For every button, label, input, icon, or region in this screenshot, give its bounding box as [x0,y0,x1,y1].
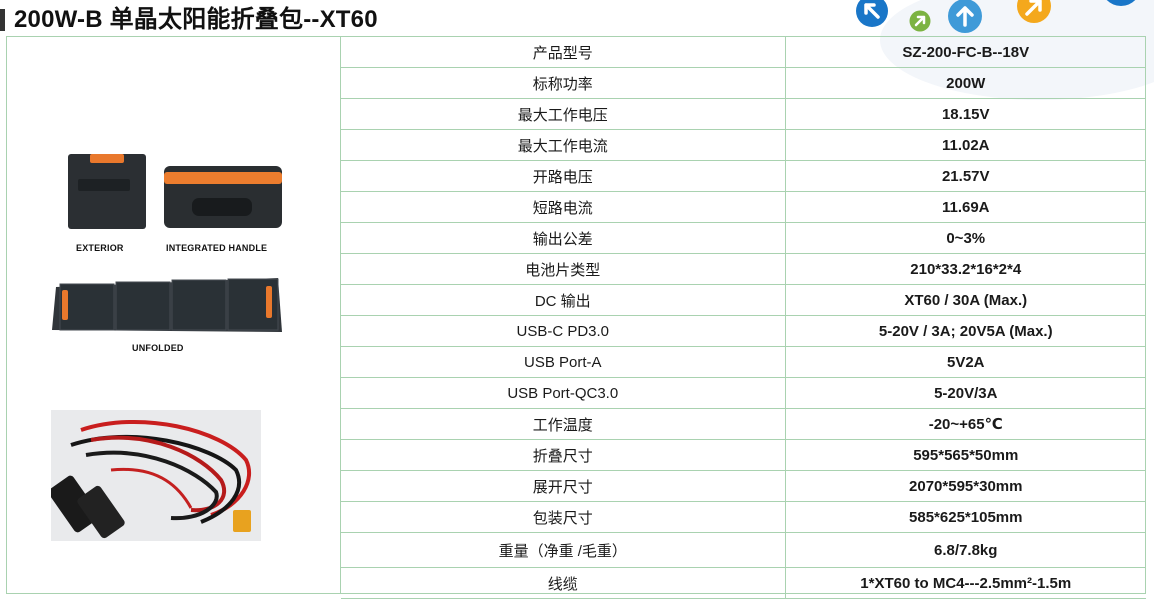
arrow-up-right-icon[interactable] [1016,0,1052,24]
exterior-label: EXTERIOR [76,243,124,253]
spec-label: USB Port-A [341,346,786,378]
spec-label: 产品型号 [341,36,786,68]
spec-value: 5V2A [785,346,1146,378]
spec-label: 开路电压 [341,160,786,192]
spec-row-weight: 重量（净重 /毛重） 6.8/7.8kg [341,532,1146,568]
spec-value: 595*565*50mm [785,439,1146,471]
spec-row-dc-output: DC 输出 XT60 / 30A (Max.) [341,284,1146,316]
spec-row-open-circuit-voltage: 开路电压 21.57V [341,160,1146,192]
spec-value: 6.8/7.8kg [785,532,1146,568]
spec-label: 重量（净重 /毛重） [341,532,786,568]
spec-row-short-circuit-current: 短路电流 11.69A [341,191,1146,223]
spec-value: 5-20V / 3A; 20V5A (Max.) [785,315,1146,347]
cable-image [48,410,261,541]
spec-row-temperature: 工作温度 -20~+65℃ [341,408,1146,440]
spec-value: 200W [785,67,1146,99]
arrow-up-right-icon[interactable] [909,10,931,32]
spec-value: 21.57V [785,160,1146,192]
spec-row-tolerance: 输出公差 0~3% [341,222,1146,254]
spec-label: 短路电流 [341,191,786,223]
spec-label: 线缆 [341,567,786,599]
spec-value: 585*625*105mm [785,501,1146,533]
handle-label: INTEGRATED HANDLE [166,243,268,253]
spec-row-usb-c: USB-C PD3.0 5-20V / 3A; 20V5A (Max.) [341,315,1146,347]
spec-row-usb-a: USB Port-A 5V2A [341,346,1146,378]
spec-value: 1*XT60 to MC4---2.5mm²-1.5m [785,567,1146,599]
spec-row-cable: 线缆 1*XT60 to MC4---2.5mm²-1.5m [341,567,1146,599]
spec-value: 11.69A [785,191,1146,223]
title-accent-bar [0,9,5,31]
spec-table: 产品型号 SZ-200-FC-B--18V 标称功率 200W 最大工作电压 18.1… [341,36,1146,599]
spec-label: 工作温度 [341,408,786,440]
spec-label: 电池片类型 [341,253,786,285]
spec-value: -20~+65℃ [785,408,1146,440]
spec-label: 展开尺寸 [341,470,786,502]
spec-label: 输出公差 [341,222,786,254]
spec-row-usb-qc: USB Port-QC3.0 5-20V/3A [341,377,1146,409]
spec-row-max-voltage: 最大工作电压 18.15V [341,98,1146,130]
circle-decoration-icon [1100,0,1142,8]
spec-label: USB Port-QC3.0 [341,377,786,409]
solar-panel-image: EXTERIOR INTEGRATED HANDLE UNFOLDED [52,152,284,357]
unfolded-label: UNFOLDED [132,343,184,353]
page-title: 200W-B 单晶太阳能折叠包--XT60 [14,6,378,33]
spec-label: 最大工作电流 [341,129,786,161]
spec-value: 2070*595*30mm [785,470,1146,502]
spec-row-power: 标称功率 200W [341,67,1146,99]
spec-label: DC 输出 [341,284,786,316]
spec-label: 标称功率 [341,67,786,99]
spec-label: 包装尺寸 [341,501,786,533]
spec-row-model: 产品型号 SZ-200-FC-B--18V [341,36,1146,68]
spec-label: 折叠尺寸 [341,439,786,471]
spec-value: 18.15V [785,98,1146,130]
spec-value: 11.02A [785,129,1146,161]
spec-row-folded-size: 折叠尺寸 595*565*50mm [341,439,1146,471]
spec-value: SZ-200-FC-B--18V [785,36,1146,68]
spec-row-unfolded-size: 展开尺寸 2070*595*30mm [341,470,1146,502]
arrow-up-icon[interactable] [947,0,983,34]
spec-row-max-current: 最大工作电流 11.02A [341,129,1146,161]
spec-value: 210*33.2*16*2*4 [785,253,1146,285]
spec-row-package-size: 包装尺寸 585*625*105mm [341,501,1146,533]
spec-label: USB-C PD3.0 [341,315,786,347]
spec-row-cell-type: 电池片类型 210*33.2*16*2*4 [341,253,1146,285]
arrow-up-left-icon[interactable] [855,0,889,28]
spec-value: 0~3% [785,222,1146,254]
spec-value: XT60 / 30A (Max.) [785,284,1146,316]
spec-label: 最大工作电压 [341,98,786,130]
spec-value: 5-20V/3A [785,377,1146,409]
